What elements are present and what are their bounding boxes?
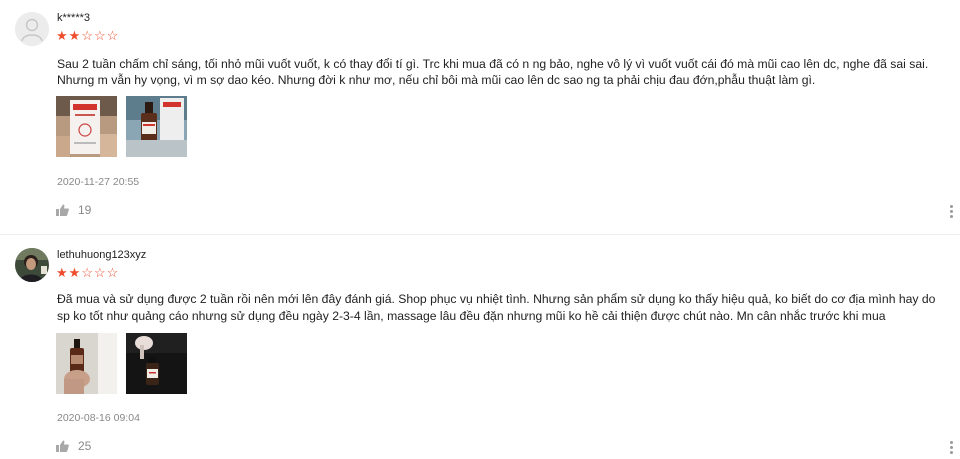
review-photos [56,333,187,394]
review-photo[interactable] [56,96,117,157]
thumbs-up-icon[interactable] [56,440,69,452]
review-photo[interactable] [126,96,187,157]
star-filled-icon: ★ [68,28,81,43]
star-empty-icon: ☆ [81,28,93,43]
bottle-dark-photo [126,333,187,394]
default-user-icon [15,12,49,46]
review-photos [56,96,187,157]
bottle-in-hand-photo [56,333,117,394]
avatar[interactable] [15,12,49,46]
product-bottle-photo [126,96,187,157]
thumbs-up-icon[interactable] [56,204,69,216]
star-empty-icon: ☆ [81,265,93,280]
review-photo[interactable] [126,333,187,394]
review-text: Sau 2 tuần chấm chỉ sáng, tối nhỏ mũi vu… [57,57,929,87]
like-button[interactable]: 25 [56,439,91,453]
review-photo[interactable] [56,333,117,394]
rating-stars: ★ ★ ☆ ☆ ☆ [56,29,118,42]
review-date: 2020-08-16 09:04 [57,412,140,424]
star-filled-icon: ★ [56,28,68,43]
product-box-photo [56,96,117,157]
review-date: 2020-11-27 20:55 [57,176,140,188]
review-item: k*****3 ★ ★ ☆ ☆ ☆ Sau 2 tuần chấm chỉ sáng, … [0,0,960,235]
more-vertical-icon[interactable] [950,441,954,456]
star-empty-icon: ☆ [93,28,106,43]
star-filled-icon: ★ [56,265,68,280]
review-text: Đã mua và sử dụng được 2 tuần rồi nên mớ… [57,292,936,323]
review-item: lethuhuong123xyz ★ ★ ☆ ☆ ☆ Đã mua và sử dụng… [0,235,960,459]
star-empty-icon: ☆ [106,265,119,280]
user-photo-icon [15,248,49,282]
like-count: 19 [78,203,92,217]
avatar[interactable] [15,248,49,282]
review-username[interactable]: k*****3 [57,12,90,24]
star-empty-icon: ☆ [106,28,119,43]
more-vertical-icon[interactable] [950,205,954,220]
star-filled-icon: ★ [68,265,81,280]
star-empty-icon: ☆ [93,265,106,280]
rating-stars: ★ ★ ☆ ☆ ☆ [56,266,118,279]
like-count: 25 [78,439,92,453]
review-username[interactable]: lethuhuong123xyz [57,249,146,261]
like-button[interactable]: 19 [56,203,91,217]
